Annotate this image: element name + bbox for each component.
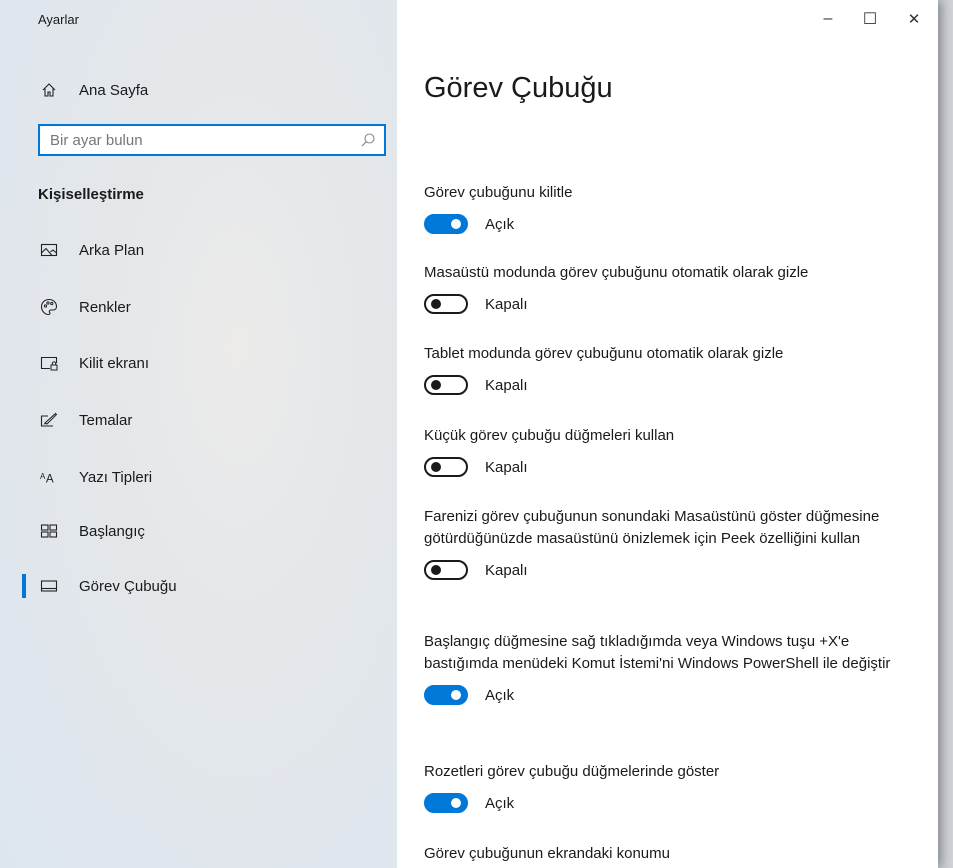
toggle-state: Kapalı [485,458,528,476]
setting-label: Masaüstü modunda görev çubuğunu otomatik… [424,264,809,281]
nav-home-label: Ana Sayfa [79,81,149,99]
setting-label: Görev çubuğunun ekrandaki konumu [424,845,670,862]
toggle-state: Açık [485,215,515,233]
small-buttons-toggle[interactable] [424,457,468,477]
palette-icon [40,298,58,316]
toggle-state: Kapalı [485,376,528,394]
powershell-toggle[interactable] [424,685,468,705]
sidebar-item-label: Kilit ekranı [79,354,150,372]
taskbar-icon [40,577,58,595]
sidebar-item-label: Başlangıç [79,522,145,540]
app-title: Ayarlar [38,12,79,27]
toggle-state: Açık [485,686,515,704]
toggle-state: Açık [485,794,515,812]
sidebar-item-background[interactable]: Arka Plan [0,230,397,270]
toggle-knob [451,798,461,808]
start-icon [40,522,58,540]
close-icon: ✕ [907,11,921,28]
sidebar-item-label: Yazı Tipleri [79,468,153,486]
minimize-icon: – [823,10,833,27]
search-icon[interactable] [360,132,376,148]
setting-small-buttons: Küçük görev çubuğu düğmeleri kullan Kapa… [424,425,904,478]
sidebar-item-start[interactable]: Başlangıç [0,511,397,551]
home-icon [40,81,58,99]
section-heading: Kişiselleştirme [38,186,144,203]
minimize-button[interactable]: – [808,0,848,38]
badges-toggle[interactable] [424,793,468,813]
settings-window: Ayarlar Ana Sayfa Kişiselleştirme Arka P… [0,0,938,868]
toggle-knob [451,219,461,229]
themes-icon [40,411,58,429]
maximize-button[interactable]: ☐ [850,0,890,38]
setting-lock-taskbar: Görev çubuğunu kilitle Açık [424,182,904,235]
maximize-icon: ☐ [862,11,878,28]
page-title: Görev Çubuğu [424,72,613,104]
sidebar: Ayarlar Ana Sayfa Kişiselleştirme Arka P… [0,0,397,868]
toggle-knob [431,462,441,472]
picture-icon [40,241,58,259]
toggle-state: Kapalı [485,561,528,579]
sidebar-item-themes[interactable]: Temalar [0,400,397,440]
lock-screen-icon [40,354,58,372]
autohide-tablet-toggle[interactable] [424,375,468,395]
toggle-knob [431,299,441,309]
setting-label: Küçük görev çubuğu düğmeleri kullan [424,427,675,444]
sidebar-item-label: Renkler [79,298,131,316]
content-pane: – ☐ ✕ Görev Çubuğu Görev çubuğunu kilitl… [397,0,938,868]
toggle-knob [431,380,441,390]
setting-label: Farenizi görev çubuğunun sonundaki Masaü… [424,508,880,547]
sidebar-item-lock-screen[interactable]: Kilit ekranı [0,343,397,383]
close-button[interactable]: ✕ [894,0,934,38]
setting-peek: Farenizi görev çubuğunun sonundaki Masaü… [424,506,904,581]
active-indicator [22,574,26,598]
sidebar-item-colors[interactable]: Renkler [0,287,397,327]
sidebar-item-label: Temalar [79,411,133,429]
setting-powershell: Başlangıç düğmesine sağ tıkladığımda vey… [424,631,904,706]
sidebar-item-taskbar[interactable]: Görev Çubuğu [0,566,397,606]
sidebar-item-label: Görev Çubuğu [79,577,177,595]
sidebar-item-fonts[interactable]: AA Yazı Tipleri [0,457,397,497]
sidebar-item-label: Arka Plan [79,241,145,259]
setting-label: Tablet modunda görev çubuğunu otomatik o… [424,345,784,362]
toggle-knob [451,690,461,700]
setting-autohide-desktop: Masaüstü modunda görev çubuğunu otomatik… [424,262,904,315]
nav-home[interactable]: Ana Sayfa [0,70,397,110]
toggle-knob [431,565,441,575]
setting-badges: Rozetleri görev çubuğu düğmelerinde göst… [424,761,904,814]
setting-taskbar-location: Görev çubuğunun ekrandaki konumu [424,843,904,865]
setting-label: Rozetleri görev çubuğu düğmelerinde göst… [424,763,720,780]
fonts-icon: AA [40,468,58,486]
setting-label: Görev çubuğunu kilitle [424,184,573,201]
setting-label: Başlangıç düğmesine sağ tıkladığımda vey… [424,633,891,672]
svg-text:A: A [46,472,54,485]
search-input[interactable] [40,130,352,150]
lock-taskbar-toggle[interactable] [424,214,468,234]
search-box[interactable] [38,124,386,156]
setting-autohide-tablet: Tablet modunda görev çubuğunu otomatik o… [424,343,904,396]
autohide-desktop-toggle[interactable] [424,294,468,314]
toggle-state: Kapalı [485,295,528,313]
peek-toggle[interactable] [424,560,468,580]
